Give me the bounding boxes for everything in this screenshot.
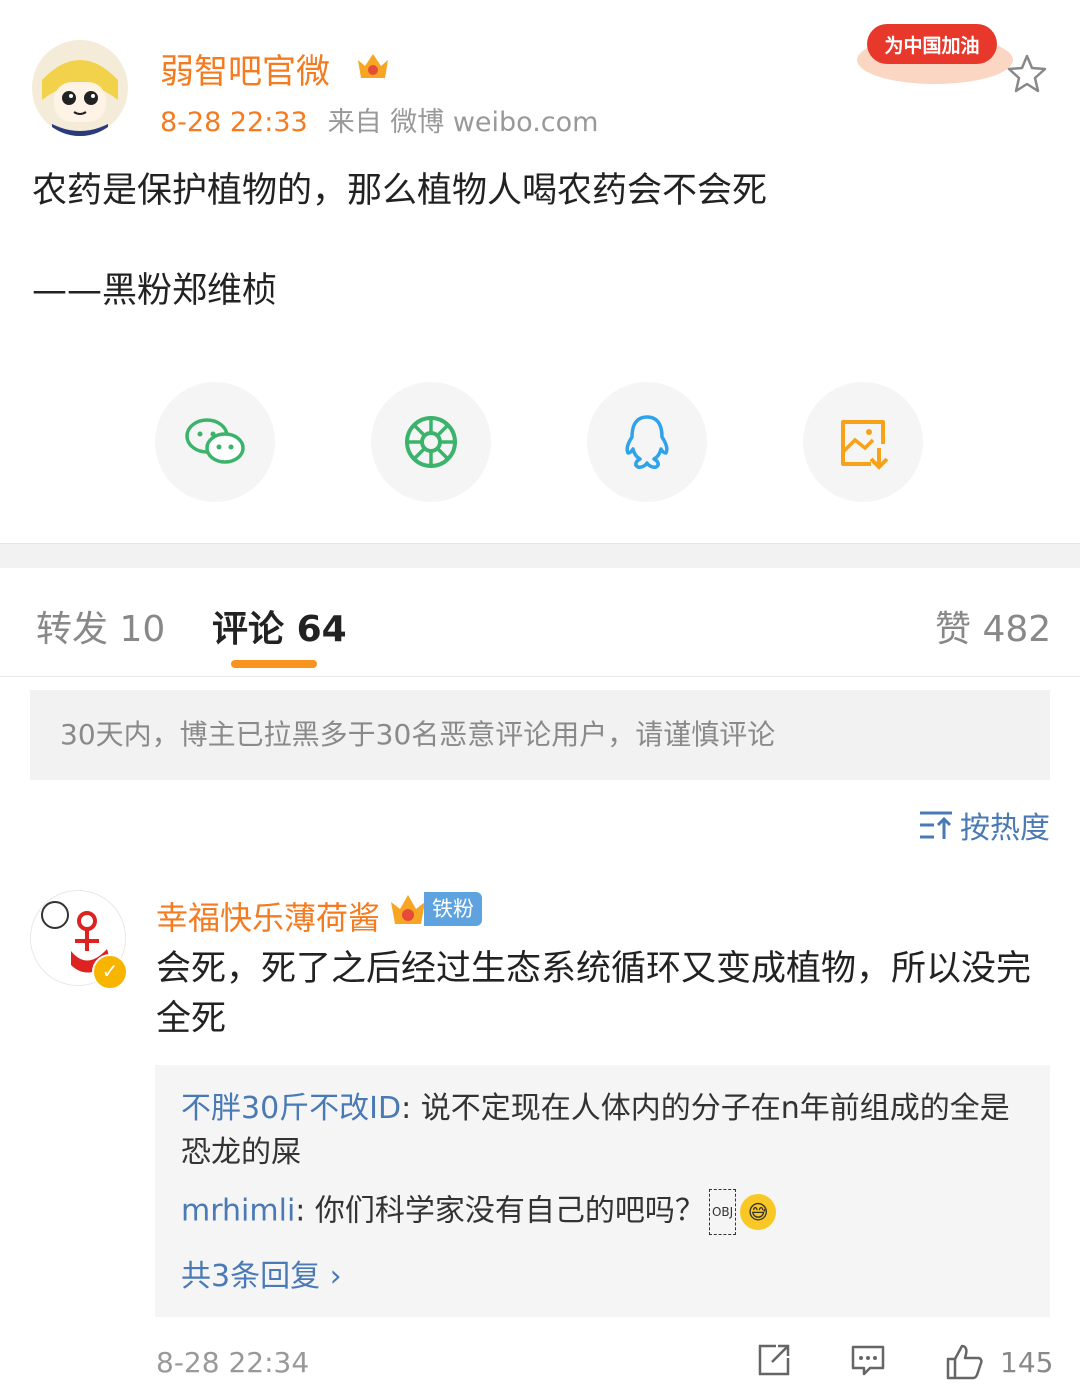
comment-icon (851, 1345, 885, 1376)
share-moments-button[interactable] (371, 382, 491, 502)
tabs-divider (0, 676, 1080, 677)
comment-notice: 30天内，博主已拉黑多于30名恶意评论用户，请谨慎评论 (30, 690, 1050, 780)
qq-icon (625, 415, 669, 469)
post-meta: 8-28 22:33 来自 微博 weibo.com (160, 100, 598, 139)
crown-icon[interactable] (355, 48, 391, 84)
fan-badge-label: 铁粉 (424, 892, 482, 926)
comment-text: 会死，死了之后经过生态系统循环又变成植物，所以没完全死 (156, 949, 1032, 1039)
like-comment-button[interactable] (944, 1342, 984, 1382)
tab-comment-label: 评论 (212, 609, 285, 650)
post-source: 来自 微博 weibo.com (327, 107, 599, 138)
reply-box[interactable]: 不胖30斤不改ID: 说不定现在人体内的分子在n年前组成的全是恐龙的屎 mrhi… (155, 1065, 1050, 1317)
reply-item[interactable]: mrhimli: 你们科学家没有自己的吧吗？ OBJ 😅 (181, 1189, 1031, 1235)
tab-repost[interactable]: 转发 10 (36, 600, 165, 652)
tab-comment[interactable]: 评论 64 (212, 600, 347, 652)
moments-icon (405, 416, 457, 468)
wechat-icon (185, 418, 245, 464)
sort-icon (920, 811, 952, 839)
share-icon (758, 1344, 790, 1376)
commenter-name[interactable]: 幸福快乐薄荷酱 (156, 893, 380, 939)
reply-user[interactable]: 不胖30斤不改ID (181, 1091, 401, 1126)
more-replies-link[interactable]: 共3条回复 › (181, 1251, 342, 1295)
save-image-button[interactable] (803, 382, 923, 502)
share-qq-button[interactable] (587, 382, 707, 502)
tab-repost-label: 转发 (36, 609, 109, 650)
section-divider (0, 543, 1080, 568)
thumbs-up-icon (946, 1344, 983, 1380)
author-name[interactable]: 弱智吧官微 (160, 44, 330, 93)
sort-label: 按热度 (960, 811, 1050, 846)
author-avatar[interactable] (32, 40, 128, 136)
tab-comment-count: 64 (296, 609, 347, 650)
fan-badge[interactable]: 铁粉 (388, 890, 482, 928)
tab-like-count: 482 (982, 609, 1052, 650)
post-time: 8-28 22:33 (160, 107, 308, 138)
cheer-badge-text: 为中国加油 (884, 34, 979, 57)
reply-item[interactable]: 不胖30斤不改ID: 说不定现在人体内的分子在n年前组成的全是恐龙的屎 (181, 1087, 1031, 1175)
post-content: 农药是保护植物的，那么植物人喝农药会不会死 ——黑粉郑维桢 (32, 171, 768, 311)
obj-placeholder: OBJ (708, 1189, 737, 1235)
verified-icon: ✓ (92, 954, 128, 990)
sort-button[interactable]: 按热度 (918, 803, 1050, 847)
tab-like[interactable]: 赞 482 (935, 600, 1051, 652)
reply-text: : 你们科学家没有自己的吧吗？ (295, 1193, 705, 1229)
tab-repost-count: 10 (119, 609, 166, 650)
cheer-badge[interactable]: 为中国加油 (855, 10, 1015, 88)
fan-crown-icon (391, 895, 425, 924)
share-comment-button[interactable] (756, 1342, 792, 1378)
save-image-icon (841, 420, 889, 470)
reply-user[interactable]: mrhimli (181, 1194, 295, 1229)
comment-like-count: 145 (1000, 1346, 1054, 1379)
share-wechat-button[interactable] (155, 382, 275, 502)
star-icon[interactable] (1005, 52, 1049, 96)
tab-like-label: 赞 (935, 609, 972, 650)
sweat-smile-emoji-icon: 😅 (740, 1194, 777, 1230)
active-tab-indicator (231, 660, 317, 668)
reply-comment-button[interactable] (850, 1342, 886, 1378)
comment-time: 8-28 22:34 (156, 1346, 310, 1379)
